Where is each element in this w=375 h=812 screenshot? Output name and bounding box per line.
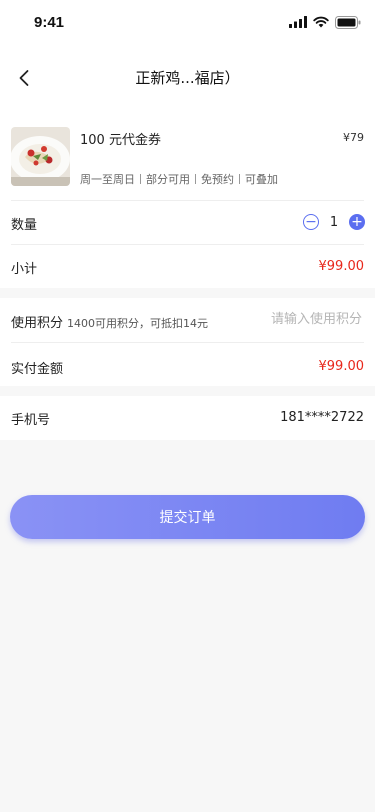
tag-item: 周一至周日 [80, 173, 135, 186]
wifi-icon [313, 16, 329, 28]
nav-bar: 正新鸡...福店） [0, 48, 375, 108]
points-label: 使用积分 [11, 316, 64, 331]
page-title: 正新鸡...福店） [135, 69, 240, 87]
battery-icon [335, 15, 361, 29]
status-icons [289, 15, 361, 29]
tag-item: 部分可用 [146, 173, 190, 186]
chevron-left-icon [19, 70, 29, 86]
product-name: 100 元代金券 [80, 133, 161, 148]
status-bar: 9:41 [0, 0, 375, 48]
actual-amount-value: ¥99.00 [318, 359, 365, 374]
subtotal-value: ¥99.00 [318, 259, 365, 274]
submit-order-button[interactable]: 提交订单 [10, 495, 365, 539]
tag-item: 可叠加 [245, 173, 278, 186]
phone-value: 181****2722 [280, 410, 364, 425]
product-price: ¥79 [343, 131, 364, 144]
tag-divider [195, 174, 196, 184]
points-hint: 1400可用积分，可抵扣14元 [67, 317, 209, 330]
phone-label: 手机号 [11, 413, 51, 428]
divider [11, 200, 364, 201]
quantity-label: 数量 [11, 218, 38, 233]
back-button[interactable] [10, 62, 38, 94]
divider [11, 342, 364, 343]
quantity-value: 1 [329, 214, 339, 230]
divider [11, 244, 364, 245]
quantity-stepper: − 1 + [303, 214, 365, 230]
product-tags: 周一至周日 部分可用 免预约 可叠加 [80, 171, 278, 187]
points-row: 使用积分 1400可用积分，可抵扣14元 [11, 312, 208, 331]
product-image [11, 127, 70, 186]
tag-divider [239, 174, 240, 184]
subtotal-label: 小计 [11, 262, 38, 277]
signal-icon [289, 16, 307, 28]
minus-button[interactable]: − [303, 214, 319, 230]
status-time: 9:41 [34, 14, 65, 31]
actual-amount-label: 实付金额 [11, 362, 64, 377]
plus-button[interactable]: + [349, 214, 365, 230]
tag-item: 免预约 [201, 173, 234, 186]
points-input[interactable] [230, 311, 364, 328]
tag-divider [140, 174, 141, 184]
